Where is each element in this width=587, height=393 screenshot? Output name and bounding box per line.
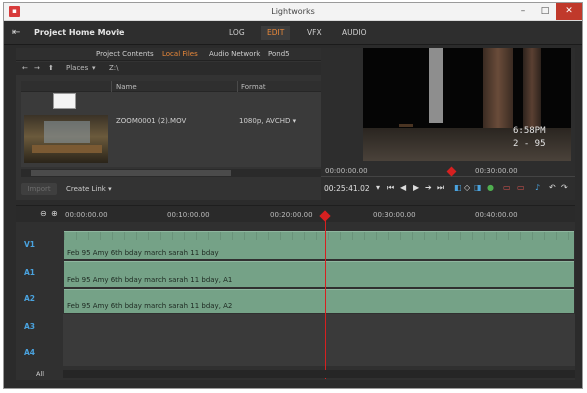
transport-controls: 00:25:41.02 ▾ ⏮ ◀ ▶ ➔ ⏭ ◧ ◇ ◨ ● ▭ ▭ ♪ ↶ … <box>321 181 575 197</box>
timeline-playhead[interactable] <box>325 211 326 379</box>
source-viewer: 6:58PM 2 - 95 00:00:00.00 00:30:00.00 00… <box>321 48 575 200</box>
tab-vfx[interactable]: VFX <box>301 26 328 40</box>
column-name[interactable]: Name <box>116 83 137 91</box>
clip-label: Feb 95 Amy 6th bday march sarah 11 bday,… <box>67 276 233 284</box>
nav-bar: ← → ⬆ Places ▾ Z:\ <box>16 62 321 75</box>
browser-actions: Import Create Link ▾ <box>16 181 321 198</box>
tab-project-contents[interactable]: Project Contents <box>96 50 154 58</box>
zoom-out-icon[interactable]: ⊖ <box>40 209 47 218</box>
create-link-dropdown[interactable]: Create Link ▾ <box>66 185 112 193</box>
track-label-a1[interactable]: A1 <box>24 268 35 277</box>
play-icon[interactable]: ▶ <box>413 183 419 193</box>
tab-log[interactable]: LOG <box>223 26 251 40</box>
close-button[interactable]: ✕ <box>556 3 582 20</box>
track-label-v1[interactable]: V1 <box>24 240 35 249</box>
clip-a1[interactable]: Feb 95 Amy 6th bday march sarah 11 bday,… <box>64 261 574 287</box>
tab-audio-network[interactable]: Audio Network <box>209 50 260 58</box>
back-icon[interactable]: ← <box>22 64 28 72</box>
chevron-down-icon[interactable]: ▾ <box>293 117 297 125</box>
file-name[interactable]: ZOOM0001 (2).MOV <box>116 117 186 125</box>
browser-tabs: Project Contents Local Files Audio Netwo… <box>16 48 321 61</box>
overwrite-icon[interactable]: ▭ <box>517 183 525 193</box>
browser-scrollbar[interactable] <box>21 169 321 177</box>
ruler-label: 00:00:00.00 <box>65 211 108 219</box>
clip-label: Feb 95 Amy 6th bday march sarah 11 bday <box>67 249 219 257</box>
timeline-panel: ⊖ ⊕ 00:00:00.00 00:10:00.00 00:20:00.00 … <box>16 205 575 380</box>
all-tracks-row: All <box>16 368 575 380</box>
tab-edit[interactable]: EDIT <box>261 26 291 40</box>
chevron-down-icon: ▾ <box>108 185 112 193</box>
viewer-start-time: 00:00:00.00 <box>325 167 368 175</box>
chevron-down-icon[interactable]: ▾ <box>116 28 120 36</box>
audio-icon[interactable]: ♪ <box>535 183 540 193</box>
zoom-in-icon[interactable]: ⊕ <box>51 209 58 218</box>
mark-icon[interactable]: ◇ <box>464 183 470 193</box>
step-forward-icon[interactable]: ➔ <box>425 183 432 193</box>
exit-project-icon[interactable]: ⇤ <box>12 26 25 39</box>
window-title: Lightworks <box>271 7 315 16</box>
places-dropdown[interactable]: Places <box>66 64 88 72</box>
minimize-button[interactable]: – <box>512 3 534 20</box>
ruler-label: 00:40:00.00 <box>475 211 518 219</box>
redo-icon[interactable]: ↷ <box>561 183 568 193</box>
ruler-label: 00:20:00.00 <box>270 211 313 219</box>
ruler-label: 00:10:00.00 <box>167 211 210 219</box>
tab-pond5[interactable]: Pond5 <box>268 50 290 58</box>
ruler-label: 00:30:00.00 <box>373 211 416 219</box>
mark-out-icon[interactable]: ◨ <box>474 183 482 193</box>
overlay-date: 2 - 95 <box>513 139 546 149</box>
clip-label: Feb 95 Amy 6th bday march sarah 11 bday,… <box>67 302 233 310</box>
clip-v1[interactable]: Feb 95 Amy 6th bday march sarah 11 bday <box>64 231 574 259</box>
path-field[interactable]: Z:\ <box>109 64 119 72</box>
app-window: ▪ Lightworks – □ ✕ ⇤ Project Home Movie … <box>3 2 583 389</box>
timeline-scrollbar[interactable] <box>63 370 575 378</box>
file-format[interactable]: 1080p, AVCHD ▾ <box>239 117 296 125</box>
grid-header: Name Format <box>21 81 321 92</box>
chevron-down-icon[interactable]: ▾ <box>92 64 96 72</box>
insert-icon[interactable]: ▭ <box>503 183 511 193</box>
go-to-end-icon[interactable]: ⏭ <box>437 183 444 193</box>
forward-icon[interactable]: → <box>34 64 40 72</box>
empty-tracks[interactable] <box>63 314 575 366</box>
column-format[interactable]: Format <box>241 83 266 91</box>
chevron-down-icon[interactable]: ▾ <box>376 183 380 193</box>
viewer-scrub-bar[interactable] <box>321 176 575 177</box>
maximize-button[interactable]: □ <box>534 3 556 20</box>
step-back-icon[interactable]: ◀ <box>400 183 406 193</box>
track-label-a2[interactable]: A2 <box>24 294 35 303</box>
overlay-time: 6:58PM <box>513 126 546 136</box>
track-label-a3[interactable]: A3 <box>24 322 35 331</box>
mark-in-icon[interactable]: ◧ <box>454 183 462 193</box>
clear-marks-icon[interactable]: ● <box>487 183 494 193</box>
go-to-start-icon[interactable]: ⏮ <box>387 183 394 193</box>
tab-audio[interactable]: AUDIO <box>336 26 373 40</box>
viewer-playhead[interactable] <box>446 166 457 177</box>
file-grid: Name Format ZOOM0001 (2).MOV 1080p, AVCH… <box>21 81 321 167</box>
title-bar: ▪ Lightworks – □ ✕ <box>4 3 582 21</box>
timecode-display[interactable]: 00:25:41.02 <box>324 184 370 193</box>
project-name[interactable]: Project Home Movie <box>34 28 124 37</box>
undo-icon[interactable]: ↶ <box>549 183 556 193</box>
scroll-thumb[interactable] <box>31 170 231 176</box>
track-label-a4[interactable]: A4 <box>24 348 35 357</box>
clip-a2[interactable]: Feb 95 Amy 6th bday march sarah 11 bday,… <box>64 289 574 313</box>
content-browser: Project Contents Local Files Audio Netwo… <box>16 48 321 200</box>
tab-local-files[interactable]: Local Files <box>162 50 198 58</box>
clip-thumbnail[interactable] <box>24 115 108 163</box>
app-header: ⇤ Project Home Movie ▾ LOG EDIT VFX AUDI… <box>4 21 582 45</box>
import-button[interactable]: Import <box>21 183 57 195</box>
folder-thumbnail[interactable] <box>53 93 76 109</box>
viewer-end-time: 00:30:00.00 <box>475 167 518 175</box>
all-tracks-label[interactable]: All <box>36 370 44 378</box>
timeline-ruler[interactable]: ⊖ ⊕ 00:00:00.00 00:10:00.00 00:20:00.00 … <box>16 206 575 222</box>
up-folder-icon[interactable]: ⬆ <box>48 64 54 72</box>
video-frame[interactable]: 6:58PM 2 - 95 <box>363 48 571 161</box>
